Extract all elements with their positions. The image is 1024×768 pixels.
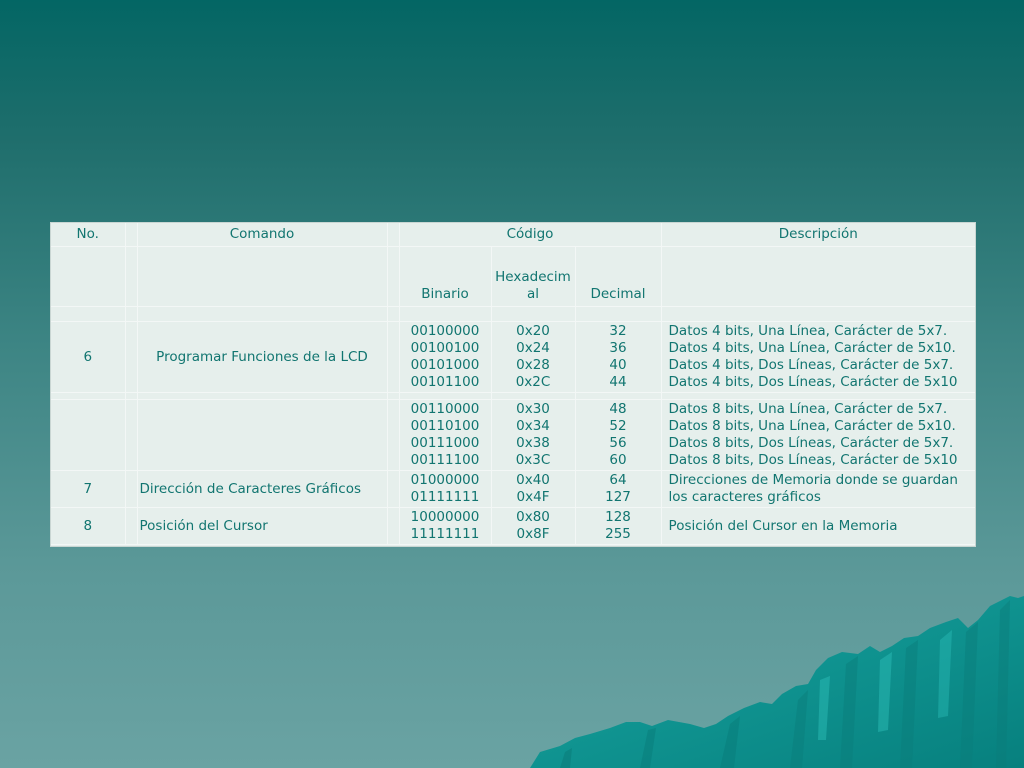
header-codigo: Código (399, 223, 662, 247)
table-row: 6 Programar Funciones de la LCD 00100000… (51, 321, 976, 393)
subheader-row: Binario Hexadecim al Decimal (51, 246, 976, 307)
row-decimal: 128 255 (575, 507, 662, 545)
row-descripcion: Posición del Cursor en la Memoria (661, 507, 976, 545)
row-hex: 0x80 0x8F (491, 507, 576, 545)
row-comando (137, 399, 388, 471)
row-binario: 00110000 00110100 00111000 00111100 (399, 399, 492, 471)
table-row: 7 Dirección de Caracteres Gráficos 01000… (51, 470, 976, 508)
row-comando: Posición del Cursor (137, 507, 388, 545)
row-comando: Dirección de Caracteres Gráficos (137, 470, 388, 508)
row-no: 8 (51, 507, 126, 545)
subheader-binario: Binario (399, 246, 492, 307)
row-binario: 10000000 11111111 (399, 507, 492, 545)
subheader-decimal: Decimal (575, 246, 662, 307)
row-descripcion: Direcciones de Memoria donde se guardan … (661, 470, 976, 508)
commands-table: No. Comando Código Descripción Binario H… (51, 223, 976, 545)
header-row: No. Comando Código Descripción (51, 223, 976, 247)
row-binario: 00100000 00100100 00101000 00101100 (399, 321, 492, 393)
row-comando: Programar Funciones de la LCD (137, 321, 388, 393)
row-decimal: 48 52 56 60 (575, 399, 662, 471)
lcd-commands-table: No. Comando Código Descripción Binario H… (50, 222, 976, 547)
row-no: 6 (51, 321, 126, 393)
row-descripcion: Datos 4 bits, Una Línea, Carácter de 5x7… (661, 321, 976, 393)
subheader-hex-line2: al (526, 286, 540, 302)
row-descripcion: Datos 8 bits, Una Línea, Carácter de 5x7… (661, 399, 976, 471)
row-hex: 0x40 0x4F (491, 470, 576, 508)
row-no: 7 (51, 470, 126, 508)
row-hex: 0x30 0x34 0x38 0x3C (491, 399, 576, 471)
header-no: No. (51, 223, 126, 247)
table-row: 8 Posición del Cursor 10000000 11111111 … (51, 507, 976, 545)
row-decimal: 32 36 40 44 (575, 321, 662, 393)
subheader-hex-line1: Hexadecim (495, 269, 571, 285)
header-descripcion: Descripción (661, 223, 976, 247)
row-decimal: 64 127 (575, 470, 662, 508)
row-hex: 0x20 0x24 0x28 0x2C (491, 321, 576, 393)
subheader-hexadecimal: Hexadecim al (491, 246, 576, 307)
header-comando: Comando (137, 223, 388, 247)
row-binario: 01000000 01111111 (399, 470, 492, 508)
table-row: 00110000 00110100 00111000 00111100 0x30… (51, 399, 976, 471)
row-no (51, 399, 126, 471)
